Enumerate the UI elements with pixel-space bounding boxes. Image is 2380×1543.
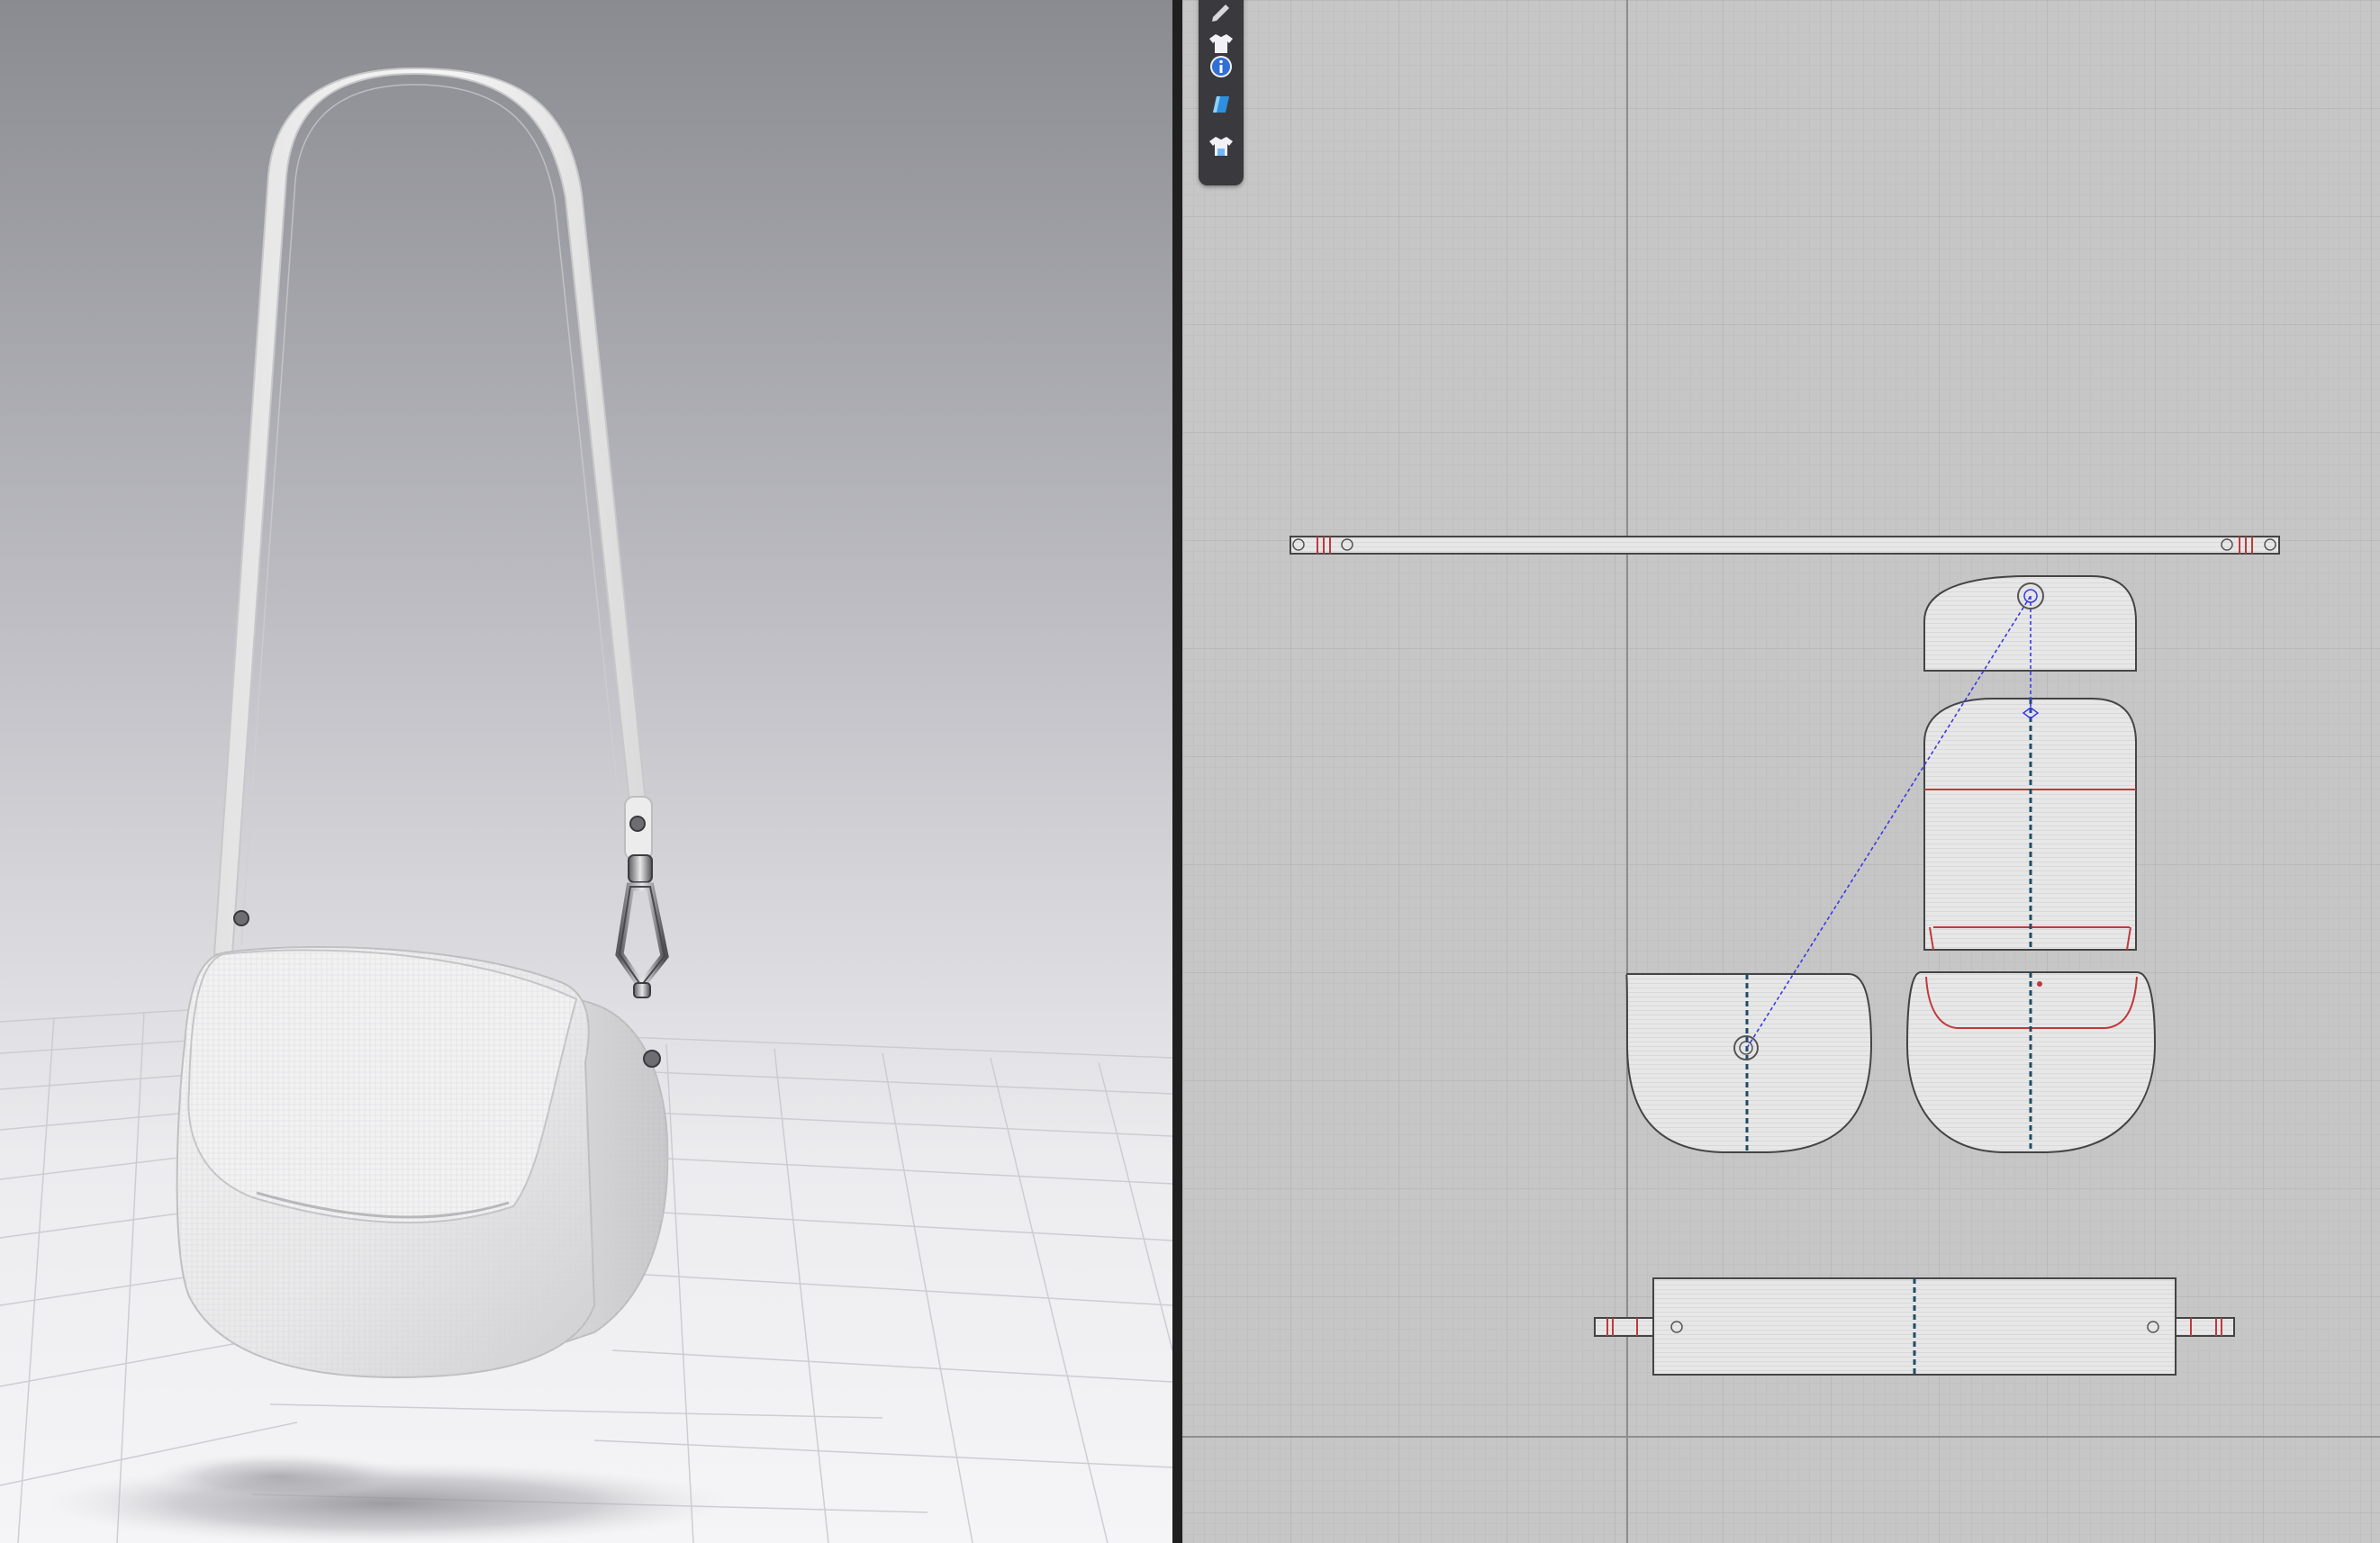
pattern-toolbar xyxy=(1199,0,1244,185)
gusset-strip-piece xyxy=(1594,1277,2235,1376)
rivet xyxy=(233,910,249,926)
avatar-garment-icon[interactable] xyxy=(1203,128,1239,164)
info-icon[interactable] xyxy=(1203,49,1239,85)
3d-viewport[interactable] xyxy=(0,0,1172,1543)
viewport-divider[interactable] xyxy=(1172,0,1182,1543)
bag-flap xyxy=(187,949,578,1224)
flap-bottom-piece xyxy=(1923,698,2137,951)
body-right-piece xyxy=(1905,971,2157,1153)
long-strap-piece xyxy=(1290,536,2280,555)
3d-scene xyxy=(0,0,1172,1543)
rivet xyxy=(643,1050,661,1068)
body-left-piece xyxy=(1625,973,1873,1153)
fabric-icon[interactable] xyxy=(1203,86,1239,122)
2d-pattern-window[interactable] xyxy=(1182,0,2380,1543)
pattern-canvas xyxy=(1182,0,2380,1543)
